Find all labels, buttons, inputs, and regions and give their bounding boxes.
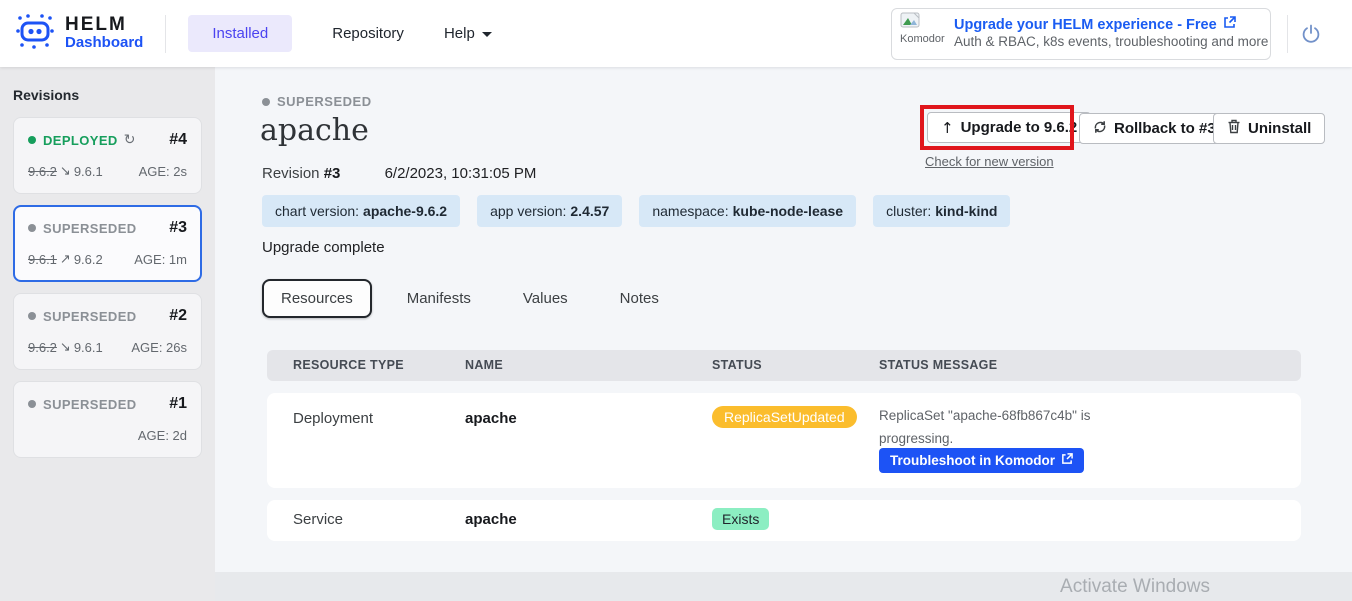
main-nav: Installed Repository Help bbox=[188, 15, 491, 52]
troubleshoot-komodor-button[interactable]: Troubleshoot in Komodor bbox=[879, 448, 1084, 473]
status-dot-deployed bbox=[28, 136, 36, 144]
resource-name-cell: apache bbox=[465, 410, 517, 427]
release-meta-row: chart version:apache-9.6.2 app version:2… bbox=[262, 195, 1010, 227]
status-dot-superseded bbox=[262, 98, 270, 106]
downgrade-arrow-icon: ↘ bbox=[60, 340, 71, 355]
table-header: RESOURCE TYPE NAME STATUS STATUS MESSAGE bbox=[267, 350, 1301, 381]
column-status: STATUS bbox=[712, 358, 762, 372]
version-from: 9.6.2 bbox=[28, 164, 57, 179]
namespace-pill: namespace:kube-node-lease bbox=[639, 195, 856, 227]
broken-image-placeholder: Komodor bbox=[900, 12, 946, 56]
promo-subtitle: Auth & RBAC, k8s events, troubleshooting… bbox=[954, 34, 1268, 49]
nav-repository[interactable]: Repository bbox=[332, 25, 404, 42]
sidebar-title: Revisions bbox=[13, 87, 202, 103]
tab-values[interactable]: Values bbox=[506, 281, 585, 316]
install-date: 6/2/2023, 10:31:05 PM bbox=[385, 165, 537, 182]
status-badge-exists: Exists bbox=[712, 508, 769, 530]
version-to: 9.6.1 bbox=[74, 340, 103, 355]
version-to: 9.6.1 bbox=[74, 164, 103, 179]
status-message-line2: progressing. bbox=[879, 431, 953, 446]
external-link-icon bbox=[1223, 16, 1236, 33]
resource-type-cell: Deployment bbox=[293, 410, 373, 427]
chevron-down-icon bbox=[482, 32, 492, 37]
revision-card-2[interactable]: SUPERSEDED #2 9.6.2 ↘ 9.6.1 AGE: 26s bbox=[13, 293, 202, 370]
resources-table: RESOURCE TYPE NAME STATUS STATUS MESSAGE… bbox=[267, 350, 1301, 541]
power-button[interactable] bbox=[1300, 23, 1322, 45]
broken-image-alt-text: Komodor bbox=[900, 33, 946, 45]
revision-number: #3 bbox=[169, 219, 187, 237]
external-link-icon bbox=[1061, 453, 1073, 468]
brand-title: HELM bbox=[65, 14, 127, 35]
revision-age: AGE: 1m bbox=[134, 252, 187, 267]
red-annotation-box bbox=[920, 105, 1074, 150]
cluster-pill: cluster:kind-kind bbox=[873, 195, 1010, 227]
komodor-promo-banner[interactable]: Komodor Upgrade your HELM experience - F… bbox=[891, 8, 1271, 60]
footer-strip: Activate Windows bbox=[215, 572, 1352, 601]
revision-number: #1 bbox=[169, 395, 187, 413]
revision-card-1[interactable]: SUPERSEDED #1 AGE: 2d bbox=[13, 381, 202, 458]
brand-logo[interactable]: HELM Dashboard bbox=[14, 10, 143, 57]
revision-number: #3 bbox=[324, 165, 341, 182]
revision-info-line: Revision #3 6/2/2023, 10:31:05 PM bbox=[262, 165, 536, 182]
brand-subtitle: Dashboard bbox=[65, 34, 143, 51]
activate-windows-watermark: Activate Windows bbox=[1060, 576, 1210, 598]
table-row-deployment: Deployment apache ReplicaSetUpdated Repl… bbox=[267, 393, 1301, 488]
revision-status: DEPLOYED bbox=[43, 133, 118, 148]
app-version-pill: app version:2.4.57 bbox=[477, 195, 622, 227]
release-title: apache bbox=[260, 113, 369, 148]
helm-dashboard-app: HELM Dashboard Installed Repository Help… bbox=[0, 0, 1352, 601]
release-detail-panel: SUPERSEDED apache Revision #3 6/2/2023, … bbox=[215, 67, 1352, 601]
revision-status: SUPERSEDED bbox=[43, 309, 137, 324]
chart-version-pill: chart version:apache-9.6.2 bbox=[262, 195, 460, 227]
tab-resources[interactable]: Resources bbox=[262, 279, 372, 318]
revision-age: AGE: 26s bbox=[131, 340, 187, 355]
version-to: 9.6.2 bbox=[74, 252, 103, 267]
revision-card-4[interactable]: DEPLOYED ↻ #4 9.6.2 ↘ 9.6.1 AGE: 2s bbox=[13, 117, 202, 194]
release-status: SUPERSEDED bbox=[262, 94, 372, 109]
trash-icon bbox=[1227, 119, 1241, 138]
resource-name-cell: apache bbox=[465, 511, 517, 528]
revision-number: #2 bbox=[169, 307, 187, 325]
uninstall-button[interactable]: Uninstall bbox=[1213, 113, 1325, 144]
tab-notes[interactable]: Notes bbox=[603, 281, 676, 316]
status-badge-replicasetupdated: ReplicaSetUpdated bbox=[712, 406, 857, 428]
rollback-button[interactable]: Rollback to #3 bbox=[1079, 113, 1230, 144]
rollback-cycle-icon bbox=[1093, 120, 1107, 138]
release-description: Upgrade complete bbox=[262, 239, 385, 256]
column-resource-type: RESOURCE TYPE bbox=[293, 358, 404, 372]
upgrade-arrow-icon: ↗ bbox=[60, 252, 71, 267]
status-dot-superseded bbox=[28, 312, 36, 320]
top-bar: HELM Dashboard Installed Repository Help… bbox=[0, 0, 1352, 67]
version-from: 9.6.1 bbox=[28, 252, 57, 267]
nav-installed[interactable]: Installed bbox=[188, 15, 292, 52]
status-dot-superseded bbox=[28, 400, 36, 408]
promo-title: Upgrade your HELM experience - Free bbox=[954, 16, 1260, 33]
detail-tabs: Resources Manifests Values Notes bbox=[262, 279, 676, 318]
revision-age: AGE: 2d bbox=[138, 428, 187, 443]
revision-card-3-selected[interactable]: SUPERSEDED #3 9.6.1 ↗ 9.6.2 AGE: 1m bbox=[13, 205, 202, 282]
nav-help-menu[interactable]: Help bbox=[444, 25, 492, 42]
table-row-service: Service apache Exists bbox=[267, 500, 1301, 541]
tab-manifests[interactable]: Manifests bbox=[390, 281, 488, 316]
revision-status: SUPERSEDED bbox=[43, 221, 137, 236]
revision-number: #4 bbox=[169, 131, 187, 149]
helm-robot-icon bbox=[14, 10, 56, 57]
refresh-icon: ↻ bbox=[124, 132, 136, 148]
resource-type-cell: Service bbox=[293, 511, 343, 528]
revision-status: SUPERSEDED bbox=[43, 397, 137, 412]
revision-age: AGE: 2s bbox=[139, 164, 187, 179]
revisions-sidebar: Revisions DEPLOYED ↻ #4 9.6.2 ↘ 9.6.1 AG… bbox=[0, 67, 215, 601]
version-from: 9.6.2 bbox=[28, 340, 57, 355]
column-name: NAME bbox=[465, 358, 503, 372]
downgrade-arrow-icon: ↘ bbox=[60, 164, 71, 179]
header-divider bbox=[165, 15, 166, 53]
status-message-line1: ReplicaSet "apache-68fb867c4b" is bbox=[879, 408, 1090, 423]
column-status-message: STATUS MESSAGE bbox=[879, 358, 997, 372]
check-new-version-link[interactable]: Check for new version bbox=[925, 154, 1054, 169]
header-divider-right bbox=[1287, 15, 1288, 53]
status-dot-superseded bbox=[28, 224, 36, 232]
